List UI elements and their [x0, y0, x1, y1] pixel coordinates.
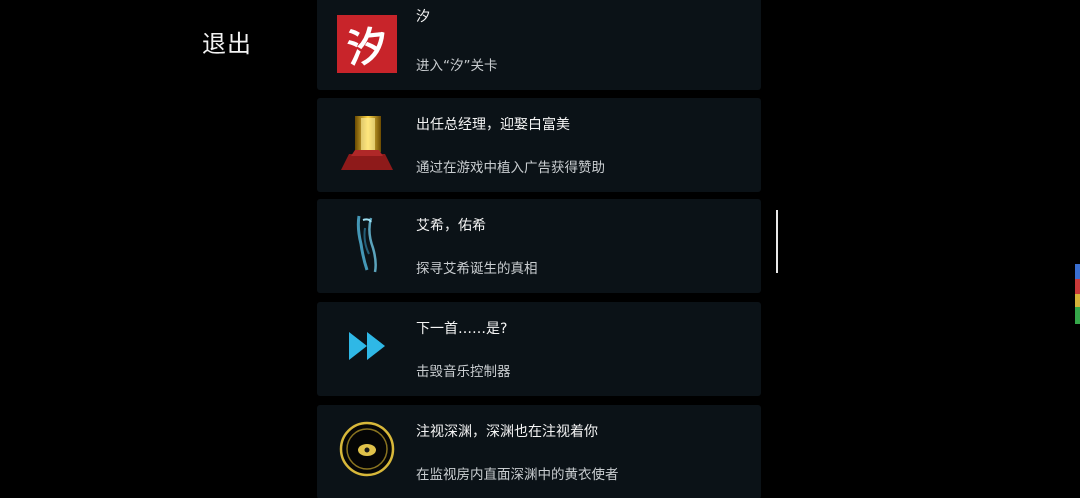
- achievement-title: 出任总经理，迎娶白富美: [416, 117, 570, 133]
- achievement-row-manager[interactable]: 出任总经理，迎娶白富美 通过在游戏中植入广告获得赞助: [317, 98, 761, 192]
- exit-button[interactable]: 退出: [202, 24, 252, 59]
- fast-forward-icon: [337, 316, 397, 376]
- achievement-row-xi[interactable]: 汐 汐 进入“汐”关卡: [317, 0, 761, 90]
- xi-character-icon: 汐: [337, 14, 397, 74]
- yellow-eye-emblem-icon: [337, 419, 397, 479]
- achievement-title: 下一首……是?: [416, 321, 508, 337]
- achievement-desc: 击毁音乐控制器: [416, 364, 511, 380]
- achievement-row-abyss[interactable]: 注视深渊，深渊也在注视着你 在监视房内直面深渊中的黄衣使者: [317, 405, 761, 498]
- achievement-list[interactable]: 汐 汐 进入“汐”关卡 出任总经理，迎娶白富美 通过在游戏中植入广告获得赞助 艾…: [317, 0, 761, 498]
- scrollbar-thumb[interactable]: [776, 210, 778, 273]
- achievement-row-ashe[interactable]: 艾希，佑希 探寻艾希诞生的真相: [317, 199, 761, 293]
- achievement-title: 注视深渊，深渊也在注视着你: [416, 424, 598, 440]
- golden-trophy-icon: [337, 112, 397, 172]
- achievement-desc: 在监视房内直面深渊中的黄衣使者: [416, 467, 619, 483]
- achievement-desc: 通过在游戏中植入广告获得赞助: [416, 160, 605, 176]
- achievement-desc: 探寻艾希诞生的真相: [416, 261, 538, 277]
- edge-color-strip: [1075, 264, 1080, 324]
- achievement-row-next-song[interactable]: 下一首……是? 击毁音乐控制器: [317, 302, 761, 396]
- achievement-title: 艾希，佑希: [416, 218, 486, 234]
- ghost-figure-icon: [337, 213, 397, 273]
- achievement-desc: 进入“汐”关卡: [416, 58, 498, 74]
- achievement-title: 汐: [416, 9, 430, 25]
- xi-character-icon-glyph: 汐: [345, 22, 390, 73]
